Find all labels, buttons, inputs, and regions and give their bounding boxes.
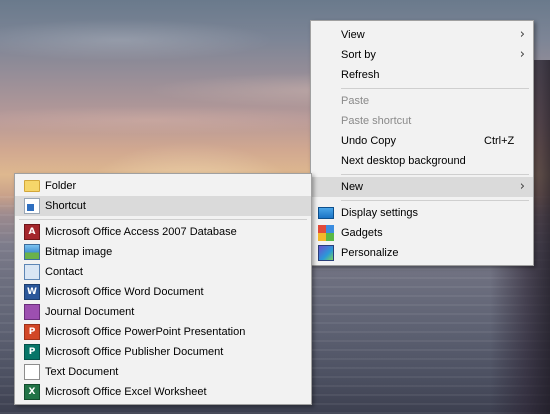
menu-item-next-desktop-background[interactable]: Next desktop background xyxy=(311,151,533,171)
gadgets-icon xyxy=(318,225,334,241)
folder-icon xyxy=(24,180,40,192)
menu-item-display-settings[interactable]: Display settings xyxy=(311,203,533,223)
submenu-item-powerpoint-presentation[interactable]: P Microsoft Office PowerPoint Presentati… xyxy=(15,322,311,342)
menu-item-label: Contact xyxy=(45,266,83,278)
menu-item-label: Microsoft Office Access 2007 Database xyxy=(45,226,237,238)
menu-item-label: Next desktop background xyxy=(341,155,466,167)
menu-item-label: View xyxy=(341,29,365,41)
contact-icon xyxy=(24,264,40,280)
menu-item-new[interactable]: New › xyxy=(311,177,533,197)
display-settings-icon xyxy=(318,207,334,219)
menu-item-sort-by[interactable]: Sort by › xyxy=(311,45,533,65)
menu-item-refresh[interactable]: Refresh xyxy=(311,65,533,85)
menu-item-label: Microsoft Office PowerPoint Presentation xyxy=(45,326,246,338)
journal-icon xyxy=(24,304,40,320)
chevron-right-icon: › xyxy=(519,47,525,62)
menu-item-paste[interactable]: Paste xyxy=(311,91,533,111)
submenu-item-publisher-document[interactable]: P Microsoft Office Publisher Document xyxy=(15,342,311,362)
menu-item-paste-shortcut[interactable]: Paste shortcut xyxy=(311,111,533,131)
menu-item-gadgets[interactable]: Gadgets xyxy=(311,223,533,243)
powerpoint-icon: P xyxy=(24,324,40,340)
menu-item-label: Refresh xyxy=(341,69,380,81)
submenu-item-text-document[interactable]: Text Document xyxy=(15,362,311,382)
submenu-item-access-database[interactable]: A Microsoft Office Access 2007 Database xyxy=(15,222,311,242)
submenu-item-journal-document[interactable]: Journal Document xyxy=(15,302,311,322)
publisher-icon: P xyxy=(24,344,40,360)
menu-item-label: Microsoft Office Word Document xyxy=(45,286,204,298)
menu-item-label: Journal Document xyxy=(45,306,135,318)
personalize-icon xyxy=(318,245,334,261)
menu-item-label: Microsoft Office Excel Worksheet xyxy=(45,386,207,398)
excel-icon: X xyxy=(24,384,40,400)
menu-item-personalize[interactable]: Personalize xyxy=(311,243,533,263)
menu-item-label: Gadgets xyxy=(341,227,383,239)
menu-item-label: Text Document xyxy=(45,366,119,378)
word-icon: W xyxy=(24,284,40,300)
chevron-right-icon: › xyxy=(519,27,525,42)
menu-item-label: Shortcut xyxy=(45,200,86,212)
menu-item-undo-copy[interactable]: Undo Copy Ctrl+Z xyxy=(311,131,533,151)
menu-item-label: Paste xyxy=(341,95,370,107)
text-document-icon xyxy=(24,364,40,380)
menu-separator xyxy=(341,88,529,89)
menu-separator xyxy=(341,200,529,201)
new-submenu: Folder Shortcut A Microsoft Office Acces… xyxy=(14,173,312,405)
submenu-item-contact[interactable]: Contact xyxy=(15,262,311,282)
menu-separator xyxy=(341,174,529,175)
menu-item-label: Undo Copy xyxy=(341,135,397,147)
menu-item-label: Folder xyxy=(45,180,77,192)
submenu-item-folder[interactable]: Folder xyxy=(15,176,311,196)
keyboard-shortcut: Ctrl+Z xyxy=(484,135,515,147)
menu-item-label: Paste shortcut xyxy=(341,115,412,127)
chevron-right-icon: › xyxy=(519,179,525,194)
menu-item-view[interactable]: View › xyxy=(311,25,533,45)
menu-item-label: Display settings xyxy=(341,207,419,219)
access-icon: A xyxy=(24,224,40,240)
bitmap-icon xyxy=(24,244,40,260)
submenu-item-shortcut[interactable]: Shortcut xyxy=(15,196,311,216)
submenu-item-excel-worksheet[interactable]: X Microsoft Office Excel Worksheet xyxy=(15,382,311,402)
menu-item-label: New xyxy=(341,181,364,193)
menu-item-label: Personalize xyxy=(341,247,399,259)
shortcut-icon xyxy=(24,198,40,214)
menu-item-label: Microsoft Office Publisher Document xyxy=(45,346,224,358)
menu-item-label: Sort by xyxy=(341,49,376,61)
submenu-item-word-document[interactable]: W Microsoft Office Word Document xyxy=(15,282,311,302)
menu-item-label: Bitmap image xyxy=(45,246,113,258)
desktop-context-menu: View › Sort by › Refresh Paste Paste sho… xyxy=(310,20,534,266)
submenu-item-bitmap-image[interactable]: Bitmap image xyxy=(15,242,311,262)
menu-separator xyxy=(19,219,307,220)
